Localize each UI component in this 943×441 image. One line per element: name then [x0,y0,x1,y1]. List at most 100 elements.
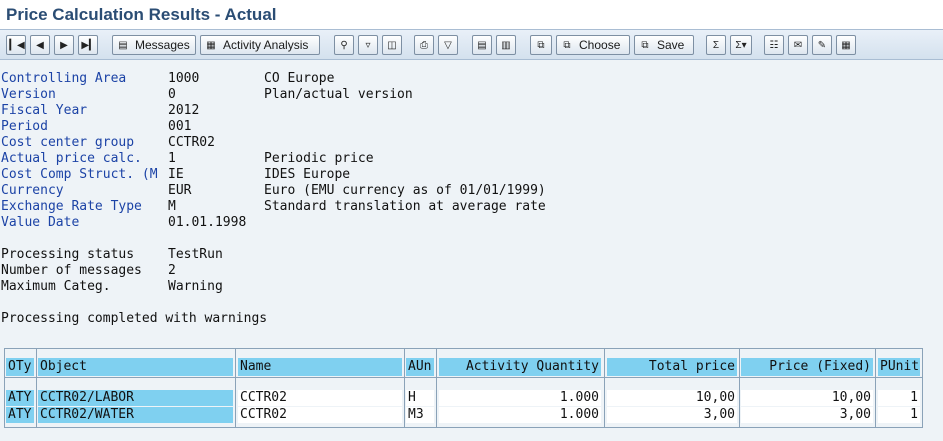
cell-total-price[interactable]: 10,00 [607,390,737,406]
next-page-icon: ▶ [60,39,68,51]
table-bottom-border [4,427,923,428]
choose-button[interactable]: ⧉ Choose [556,35,630,55]
column-header-punit[interactable]: PUnit [878,358,920,376]
column-separator [4,348,5,428]
filter-button[interactable]: ▿ [358,35,378,55]
edit-icon: ✎ [817,39,827,51]
field-value: 2012 [168,103,200,118]
messages-button[interactable]: ▤ Messages [112,35,196,55]
export-icon: ▤ [477,39,487,51]
print-icon: ⎙ [420,39,428,51]
activity-analysis-button[interactable]: ▦ Activity Analysis [200,35,320,55]
field-description: CO Europe [264,71,335,86]
column-separator [235,348,236,428]
field-value: 001 [168,119,192,134]
column-separator [36,348,37,428]
mail-button[interactable]: ✉ [788,35,808,55]
field-value: CCTR02 [168,135,215,150]
field-value: 01.01.1998 [168,215,247,230]
activity-analysis-icon: ▦ [206,39,216,51]
status-label: Processing status [1,247,135,262]
subtotal-icon: Σ▾ [735,39,747,51]
column-header-oty[interactable]: OTy [6,358,34,376]
column-header-activity-quantity[interactable]: Activity Quantity [439,358,601,376]
print-button[interactable]: ⎙ [414,35,434,55]
field-label: Version [1,87,56,102]
hierarchy-button[interactable]: ☷ [764,35,784,55]
filter-icon: ▿ [365,39,371,51]
field-value: M [168,199,176,214]
local-file-button[interactable]: ▥ [496,35,516,55]
column-header-total-price[interactable]: Total price [607,358,737,376]
field-label: Controlling Area [1,71,127,86]
copy-icon: ⧉ [537,39,545,51]
cell-punit[interactable]: 1 [878,390,920,406]
previous-page-icon: ◀ [36,39,44,51]
column-header-object[interactable]: Object [38,358,233,376]
spreadsheet-icon: ▦ [841,39,851,51]
cell-name[interactable]: CCTR02 [238,390,402,406]
field-description: IDES Europe [264,167,351,182]
cell-activity-quantity[interactable]: 1.000 [439,390,601,406]
find-icon: ⚲ [340,39,348,51]
column-header-aun[interactable]: AUn [406,358,434,376]
layout-button[interactable]: ◫ [382,35,402,55]
save-button[interactable]: ⧉ Save [634,35,694,55]
print-preview-icon: ▽ [444,39,452,51]
field-value: EUR [168,183,192,198]
cell-oty[interactable]: ATY [6,390,34,406]
field-label: Cost center group [1,135,135,150]
subtotal-button[interactable]: Σ▾ [730,35,752,55]
spreadsheet-button[interactable]: ▦ [836,35,856,55]
cell-name[interactable]: CCTR02 [238,407,402,423]
field-label: Currency [1,183,64,198]
title-bar: Price Calculation Results - Actual [0,0,943,29]
cell-oty[interactable]: ATY [6,407,34,423]
cell-total-price[interactable]: 3,00 [607,407,737,423]
field-description: Plan/actual version [264,87,413,102]
field-value: 1 [168,151,176,166]
hierarchy-icon: ☷ [769,39,779,51]
cell-price-fixed[interactable]: 10,00 [741,390,873,406]
copy-button[interactable]: ⧉ [530,35,552,55]
edit-button[interactable]: ✎ [812,35,832,55]
status-value: TestRun [168,247,223,262]
column-separator [404,348,405,428]
column-header-name[interactable]: Name [238,358,402,376]
field-description: Standard translation at average rate [264,199,546,214]
field-value: 0 [168,87,176,102]
cell-object[interactable]: CCTR02/LABOR [38,390,233,406]
column-separator [604,348,605,428]
save-icon: ⧉ [641,39,649,51]
cell-aun[interactable]: M3 [406,407,434,423]
field-label: Period [1,119,48,134]
previous-page-button[interactable]: ◀ [30,35,50,55]
status-value: Warning [168,279,223,294]
cell-punit[interactable]: 1 [878,407,920,423]
cell-price-fixed[interactable]: 3,00 [741,407,873,423]
last-page-button[interactable]: ▶▎ [78,35,98,55]
first-page-button[interactable]: ▎◀ [6,35,26,55]
local-file-icon: ▥ [501,39,511,51]
field-label: Actual price calc. [1,151,142,166]
field-label: Fiscal Year [1,103,88,118]
column-separator [922,348,923,428]
status-value: 2 [168,263,176,278]
report-content: Controlling Area 1000 CO Europe Version … [0,60,943,441]
find-button[interactable]: ⚲ [334,35,354,55]
first-page-icon: ▎◀ [9,39,25,51]
column-header-price-fixed[interactable]: Price (Fixed) [741,358,873,376]
application-toolbar: ▎◀ ◀ ▶ ▶▎ ▤ Messages ▦ Activity Analysis… [0,29,943,60]
cell-aun[interactable]: H [406,390,434,406]
cell-activity-quantity[interactable]: 1.000 [439,407,601,423]
field-value: 1000 [168,71,200,86]
cell-object[interactable]: CCTR02/WATER [38,407,233,423]
save-label: Save [657,38,685,52]
status-label: Number of messages [1,263,142,278]
export-button[interactable]: ▤ [472,35,492,55]
print-preview-button[interactable]: ▽ [438,35,458,55]
sum-button[interactable]: Σ [706,35,726,55]
status-label: Maximum Categ. [1,279,111,294]
next-page-button[interactable]: ▶ [54,35,74,55]
field-description: Euro (EMU currency as of 01/01/1999) [264,183,546,198]
